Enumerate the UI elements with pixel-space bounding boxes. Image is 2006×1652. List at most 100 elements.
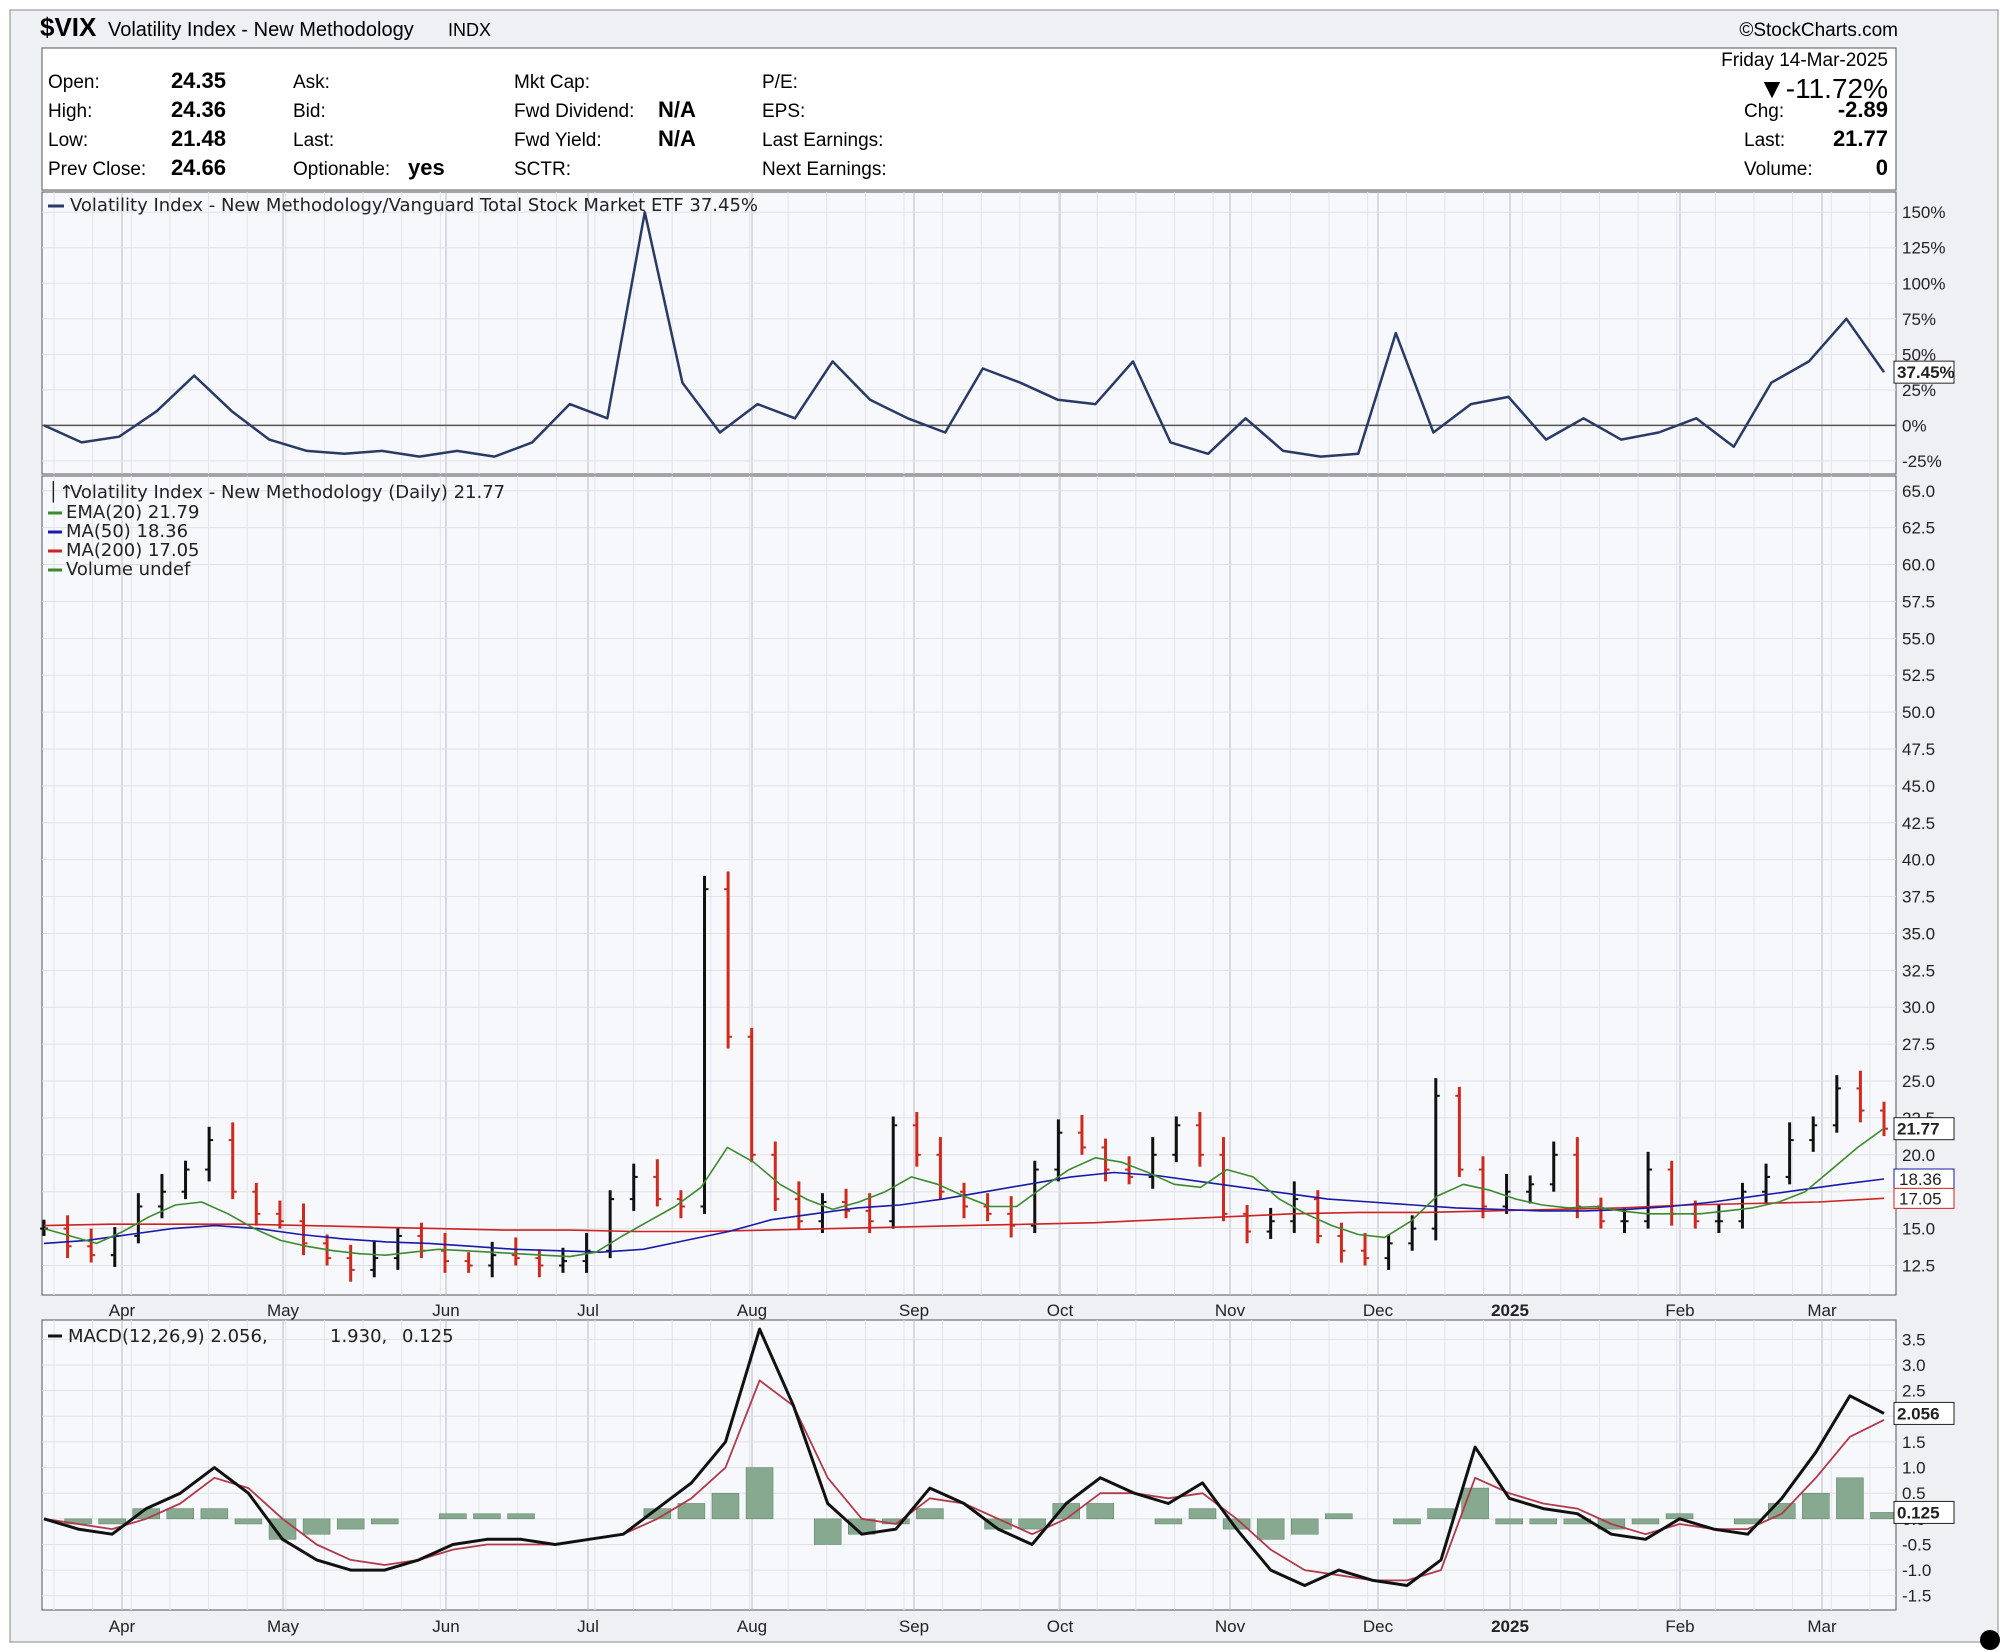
macd-histogram-bar (1018, 1518, 1046, 1530)
macd-panel (41, 1319, 1897, 1611)
high-label: High: (48, 101, 92, 122)
y-tick-label: -1.0 (1902, 1561, 1931, 1580)
macd-histogram-bar (1836, 1477, 1864, 1520)
x-tick-label: Mar (1807, 1301, 1837, 1320)
price-last-value: 21.77 (1897, 1120, 1940, 1139)
y-tick-label: 27.5 (1902, 1035, 1935, 1054)
macd-histogram-bar (1154, 1518, 1183, 1525)
y-tick-label: 57.5 (1902, 592, 1935, 611)
x-tick-label: Nov (1215, 1301, 1246, 1320)
macd-histogram-bar (1768, 1503, 1796, 1520)
macd-histogram-bar (1631, 1518, 1660, 1525)
x-tick-label: Apr (109, 1301, 136, 1320)
x-tick-label: Apr (109, 1617, 136, 1636)
macd-legend: MACD(12,26,9) 2.056, (68, 1326, 268, 1347)
y-tick-label: 50.0 (1902, 703, 1935, 722)
main-panel (41, 475, 1897, 1296)
x-tick-label: Jun (432, 1617, 459, 1636)
series-legend: EMA(20) 21.79 (66, 502, 199, 523)
x-tick-label: 2025 (1491, 1617, 1529, 1636)
y-tick-label: 20.0 (1902, 1146, 1935, 1165)
stock-chart: $VIX Volatility Index - New Methodology IN… (9, 9, 2000, 1650)
last-quote-label: Last: (1744, 130, 1785, 151)
x-tick-label: Oct (1047, 1617, 1074, 1636)
last-label: Last: (293, 130, 334, 151)
macd-histogram-bar (1870, 1512, 1898, 1520)
macd-histogram-bar (1256, 1518, 1285, 1540)
volume-value: 0 (1876, 155, 1888, 180)
macd-histogram-bar (916, 1508, 944, 1520)
series-legend: Volume undef (66, 559, 191, 580)
x-tick-label: Jun (432, 1301, 459, 1320)
sctr-label: SCTR: (514, 159, 571, 180)
hist-legend: 0.125 (402, 1326, 454, 1347)
macd-histogram-bar (813, 1518, 842, 1545)
macd-histogram-bar (745, 1467, 774, 1520)
x-tick-label: Aug (737, 1617, 767, 1636)
low-value: 21.48 (171, 126, 226, 151)
x-tick-label: Feb (1665, 1301, 1694, 1320)
macd-histogram-bar (1495, 1518, 1523, 1525)
prev-close-label: Prev Close: (48, 159, 146, 180)
y-tick-label: 2.5 (1902, 1382, 1926, 1401)
macd-last-value: 2.056 (1897, 1404, 1940, 1423)
y-tick-label: 1.0 (1902, 1459, 1926, 1478)
security-name: Volatility Index - New Methodology (108, 19, 414, 41)
macd-histogram-bar (336, 1518, 365, 1530)
x-tick-label: Oct (1047, 1301, 1074, 1320)
y-tick-label: 25% (1902, 381, 1936, 400)
y-tick-label: 0% (1902, 416, 1927, 435)
macd-histogram-bar (200, 1508, 229, 1520)
x-tick-label: Aug (737, 1301, 767, 1320)
y-tick-label: -0.5 (1902, 1535, 1931, 1554)
y-tick-label: 37.5 (1902, 888, 1935, 907)
macd-histogram-bar (1188, 1508, 1217, 1520)
macd-histogram-bar (1427, 1508, 1455, 1520)
optionable-label: Optionable: (293, 159, 390, 180)
volume-label: Volume: (1744, 159, 1813, 180)
y-tick-label: -1.5 (1902, 1587, 1931, 1606)
optionable-value: yes (408, 155, 445, 180)
macd-histogram-bar (1291, 1518, 1319, 1535)
y-tick-label: 60.0 (1902, 556, 1935, 575)
perf-last-value: 37.45% (1897, 363, 1955, 382)
y-tick-label: 25.0 (1902, 1072, 1935, 1091)
y-tick-label: 3.0 (1902, 1356, 1926, 1375)
main-legend: Volatility Index - New Methodology (Dail… (70, 482, 505, 503)
x-tick-label: Feb (1665, 1617, 1694, 1636)
y-tick-label: 75% (1902, 310, 1936, 329)
hist-last-value: 0.125 (1897, 1503, 1940, 1522)
brand-label: ©StockCharts.com (1739, 20, 1898, 41)
series-legend: MA(200) 17.05 (66, 540, 200, 561)
y-tick-label: 40.0 (1902, 851, 1935, 870)
mkt-cap-label: Mkt Cap: (514, 72, 590, 93)
macd-histogram-bar (439, 1513, 467, 1520)
y-tick-label: 62.5 (1902, 519, 1935, 538)
macd-histogram-bar (1529, 1518, 1557, 1525)
macd-histogram-bar (166, 1508, 195, 1520)
y-tick-label: 30.0 (1902, 998, 1935, 1017)
pe-label: P/E: (762, 72, 798, 93)
y-tick-label: 12.5 (1902, 1256, 1935, 1275)
x-tick-label: Dec (1363, 1617, 1394, 1636)
y-tick-label: 45.0 (1902, 777, 1935, 796)
x-tick-label: Mar (1807, 1617, 1837, 1636)
open-label: Open: (48, 72, 100, 93)
perf-panel (41, 191, 1897, 475)
y-tick-label: 0.5 (1902, 1484, 1926, 1503)
y-tick-label: 100% (1902, 274, 1945, 293)
low-label: Low: (48, 130, 88, 151)
last-earnings-label: Last Earnings: (762, 130, 883, 151)
x-tick-label: May (267, 1617, 300, 1636)
corner-dot (1980, 1630, 2000, 1650)
macd-histogram-bar (371, 1518, 399, 1525)
ask-label: Ask: (293, 72, 330, 93)
x-tick-label: 2025 (1491, 1301, 1529, 1320)
y-tick-label: 150% (1902, 203, 1945, 222)
y-tick-label: 55.0 (1902, 629, 1935, 648)
y-tick-label: 1.5 (1902, 1433, 1926, 1452)
y-tick-label: 52.5 (1902, 666, 1935, 685)
y-tick-label: 65.0 (1902, 482, 1935, 501)
chg-label: Chg: (1744, 101, 1784, 122)
macd-histogram-bar (473, 1513, 501, 1520)
